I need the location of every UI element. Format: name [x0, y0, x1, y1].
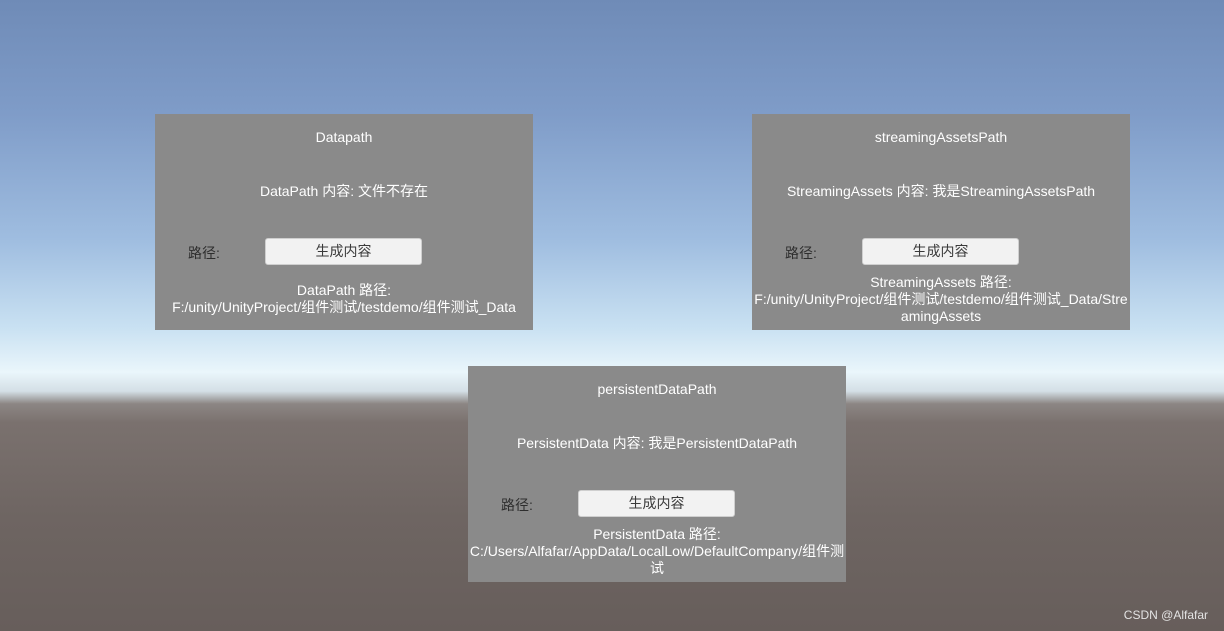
content-text: StreamingAssets 内容: 我是StreamingAssetsPat…	[786, 183, 1096, 199]
path-text: DataPath 路径: F:/unity/UnityProject/组件测试/…	[155, 282, 533, 316]
path-value: C:/Users/Alfafar/AppData/LocalLow/Defaul…	[469, 543, 845, 576]
streaming-assets-panel: streamingAssetsPath StreamingAssets 内容: …	[752, 114, 1130, 330]
path-heading: DataPath 路径:	[296, 282, 392, 298]
datapath-panel: Datapath DataPath 内容: 文件不存在 路径: 生成内容 Dat…	[155, 114, 533, 330]
path-value: F:/unity/UnityProject/组件测试/testdemo/组件测试…	[754, 291, 1128, 324]
panel-title: Datapath	[315, 129, 373, 145]
panel-title: persistentDataPath	[597, 381, 717, 397]
generate-content-button[interactable]: 生成内容	[578, 490, 735, 517]
path-value: F:/unity/UnityProject/组件测试/testdemo/组件测试…	[172, 299, 516, 315]
path-label: 路径:	[188, 245, 220, 261]
path-label: 路径:	[785, 245, 817, 261]
watermark-text: CSDN @Alfafar	[1123, 608, 1208, 622]
persistent-data-panel: persistentDataPath PersistentData 内容: 我是…	[468, 366, 846, 582]
generate-content-button[interactable]: 生成内容	[265, 238, 422, 265]
panel-title: streamingAssetsPath	[874, 129, 1008, 145]
path-label: 路径:	[501, 497, 533, 513]
content-text: DataPath 内容: 文件不存在	[259, 183, 429, 199]
path-heading: PersistentData 路径:	[593, 526, 721, 542]
generate-content-button[interactable]: 生成内容	[862, 238, 1019, 265]
path-text: StreamingAssets 路径: F:/unity/UnityProjec…	[752, 274, 1130, 325]
content-text: PersistentData 内容: 我是PersistentDataPath	[516, 435, 798, 451]
game-view-background: Datapath DataPath 内容: 文件不存在 路径: 生成内容 Dat…	[0, 0, 1224, 631]
path-text: PersistentData 路径: C:/Users/Alfafar/AppD…	[468, 526, 846, 577]
path-heading: StreamingAssets 路径:	[870, 274, 1012, 290]
